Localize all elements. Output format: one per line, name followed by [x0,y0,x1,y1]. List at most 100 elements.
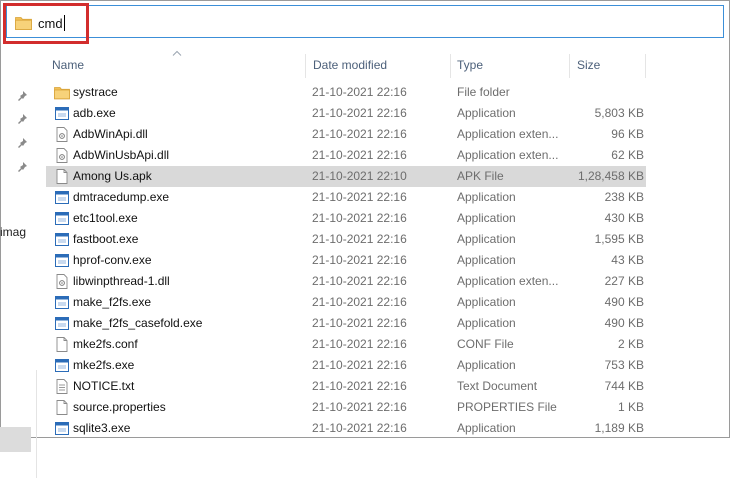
application-icon [55,212,69,225]
application-icon [55,422,69,435]
application-icon [55,107,69,120]
file-date: 21-10-2021 22:16 [312,85,407,99]
file-name: Among Us.apk [73,169,152,183]
file-size: 1,189 KB [594,421,644,435]
file-size: 1 KB [617,400,644,414]
file-date: 21-10-2021 22:16 [312,421,407,435]
navigation-pane: imag [0,40,42,478]
file-size: 1,28,458 KB [577,169,644,183]
file-date: 21-10-2021 22:16 [312,316,407,330]
file-type: Application exten... [457,274,559,288]
file-name: fastboot.exe [73,232,139,246]
file-type: File folder [457,85,510,99]
file-icon [56,400,68,415]
file-date: 21-10-2021 22:16 [312,274,407,288]
column-divider[interactable] [305,54,306,78]
file-row[interactable]: systrace 21-10-2021 22:16 File folder [46,82,646,103]
file-name: make_f2fs_casefold.exe [73,316,203,330]
file-row[interactable]: libwinpthread-1.dll 21-10-2021 22:16 Appli… [46,271,646,292]
file-type: Application [457,358,516,372]
file-size: 490 KB [604,295,644,309]
file-date: 21-10-2021 22:10 [312,169,407,183]
file-date: 21-10-2021 22:16 [312,295,407,309]
file-size: 96 KB [611,127,644,141]
file-row[interactable]: make_f2fs.exe 21-10-2021 22:16 Application… [46,292,646,313]
file-date: 21-10-2021 22:16 [312,148,407,162]
column-header: Name Date modified Type Size [46,52,730,78]
file-row[interactable]: mke2fs.exe 21-10-2021 22:16 Application 753… [46,355,646,376]
file-size: 238 KB [604,190,644,204]
file-date: 21-10-2021 22:16 [312,232,407,246]
file-row[interactable]: adb.exe 21-10-2021 22:16 Application 5,803 … [46,103,646,124]
file-date: 21-10-2021 22:16 [312,127,407,141]
file-type: Application [457,316,516,330]
file-name: adb.exe [73,106,116,120]
column-header-name[interactable]: Name [52,52,84,78]
file-name: source.properties [73,400,166,414]
file-size: 227 KB [604,274,644,288]
file-name: NOTICE.txt [73,379,135,393]
divider [36,370,37,478]
text-caret [63,15,65,31]
file-type: Application exten... [457,148,559,162]
file-row[interactable]: fastboot.exe 21-10-2021 22:16 Application 1… [46,229,646,250]
file-type: Application [457,211,516,225]
column-header-size[interactable]: Size [577,52,600,78]
file-size: 753 KB [604,358,644,372]
application-icon [55,296,69,309]
application-icon [55,191,69,204]
file-icon [56,337,68,352]
column-header-date[interactable]: Date modified [313,52,387,78]
file-row[interactable]: AdbWinUsbApi.dll 21-10-2021 22:16 Applicat… [46,145,646,166]
file-type: CONF File [457,337,514,351]
application-icon [55,233,69,246]
address-bar[interactable] [6,5,724,38]
pin-icon[interactable] [16,161,28,173]
file-row[interactable]: NOTICE.txt 21-10-2021 22:16 Text Document 7… [46,376,646,397]
column-divider[interactable] [450,54,451,78]
file-row[interactable]: make_f2fs_casefold.exe 21-10-2021 22:16 Ap… [46,313,646,334]
application-icon [55,254,69,267]
file-row[interactable]: source.properties 21-10-2021 22:16 PROPERT… [46,397,646,418]
file-name: dmtracedump.exe [73,190,170,204]
file-name: etc1tool.exe [73,211,138,225]
file-size: 490 KB [604,316,644,330]
file-row[interactable]: hprof-conv.exe 21-10-2021 22:16 Applicatio… [46,250,646,271]
file-row[interactable]: dmtracedump.exe 21-10-2021 22:16 Applicati… [46,187,646,208]
file-type: PROPERTIES File [457,400,557,414]
file-size: 2 KB [617,337,644,351]
file-row[interactable]: sqlite3.exe 21-10-2021 22:16 Application 1,… [46,418,646,439]
file-date: 21-10-2021 22:16 [312,190,407,204]
file-name: AdbWinUsbApi.dll [73,148,170,162]
file-date: 21-10-2021 22:16 [312,211,407,225]
file-date: 21-10-2021 22:16 [312,400,407,414]
file-type: Application [457,232,516,246]
file-type: APK File [457,169,504,183]
file-row[interactable]: Among Us.apk 21-10-2021 22:10 APK File 1,28… [46,166,646,187]
pin-icon[interactable] [16,137,28,149]
file-row[interactable]: AdbWinApi.dll 21-10-2021 22:16 Application… [46,124,646,145]
sidebar-item-label[interactable]: imag [0,225,26,239]
file-size: 43 KB [611,253,644,267]
address-input[interactable]: cmd [38,15,65,31]
file-size [566,82,644,103]
folder-icon [15,17,32,30]
pin-icon[interactable] [16,90,28,102]
file-date: 21-10-2021 22:16 [312,358,407,372]
file-name: mke2fs.exe [73,358,135,372]
pin-icon[interactable] [16,113,28,125]
file-row[interactable]: etc1tool.exe 21-10-2021 22:16 Application 4… [46,208,646,229]
column-divider[interactable] [645,54,646,78]
file-date: 21-10-2021 22:16 [312,106,407,120]
file-name: sqlite3.exe [73,421,131,435]
file-size: 744 KB [604,379,644,393]
sidebar-selected-item[interactable] [0,427,31,452]
file-size: 62 KB [611,148,644,162]
column-divider[interactable] [569,54,570,78]
file-name: AdbWinApi.dll [73,127,148,141]
file-type: Text Document [457,379,538,393]
column-header-type[interactable]: Type [457,52,483,78]
file-type: Application [457,295,516,309]
file-row[interactable]: mke2fs.conf 21-10-2021 22:16 CONF File 2 KB [46,334,646,355]
file-name: mke2fs.conf [73,337,138,351]
